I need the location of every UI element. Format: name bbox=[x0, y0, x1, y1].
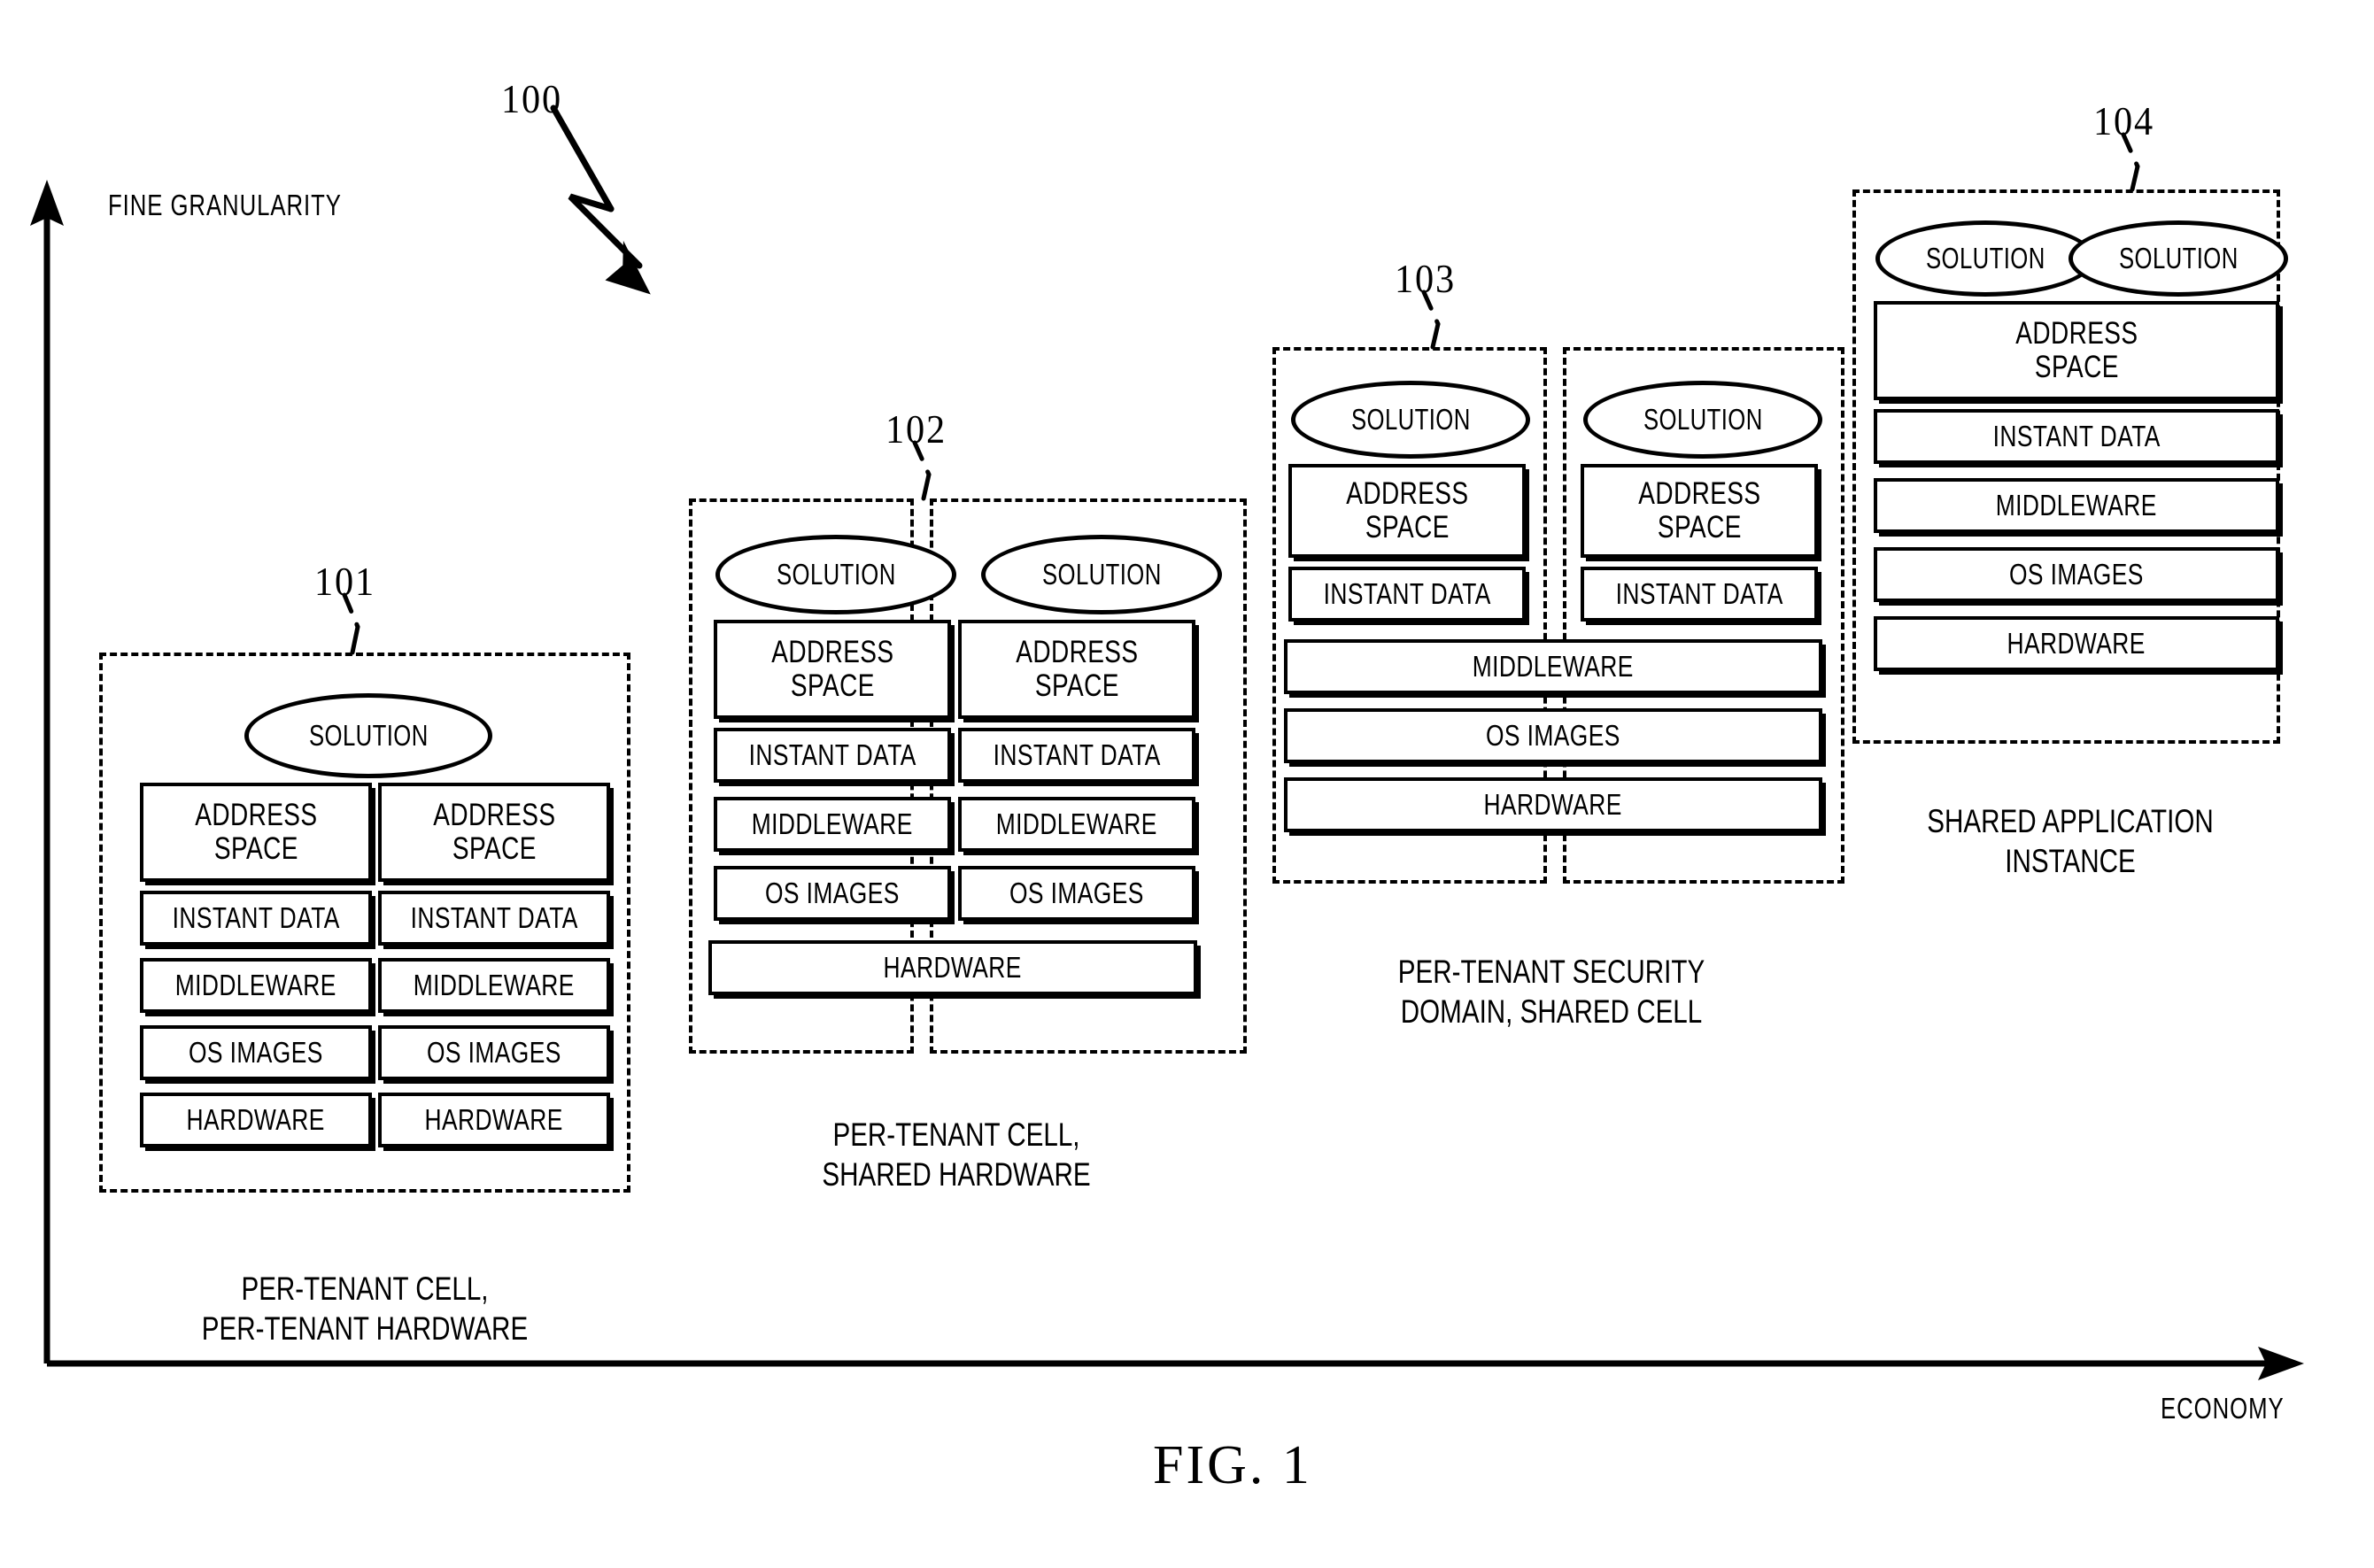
group-101-tenant-a-address-space: ADDRESS SPACE bbox=[140, 783, 372, 882]
group-103-tenant-b-address-space: ADDRESS SPACE bbox=[1581, 464, 1818, 558]
group-101-tenant-a-middleware: MIDDLEWARE bbox=[140, 958, 372, 1013]
group-103-shared-middleware: MIDDLEWARE bbox=[1284, 639, 1822, 694]
group-102-tenant-a-os-images: OS IMAGES bbox=[714, 866, 951, 921]
x-axis-label: ECONOMY bbox=[2161, 1392, 2285, 1425]
group-103-caption: PER-TENANT SECURITY DOMAIN, SHARED CELL bbox=[1397, 954, 1705, 1030]
group-104-caption: SHARED APPLICATION INSTANCE bbox=[1927, 803, 2214, 879]
ref-100-leader bbox=[550, 104, 643, 269]
group-101-caption: PER-TENANT CELL, PER-TENANT HARDWARE bbox=[201, 1271, 529, 1347]
group-101-tenant-b-address-space: ADDRESS SPACE bbox=[378, 783, 610, 882]
group-102-shared-hardware: HARDWARE bbox=[708, 940, 1197, 995]
group-103-shared-os-images: OS IMAGES bbox=[1284, 708, 1822, 763]
group-102-tenant-b-instant-data: INSTANT DATA bbox=[958, 728, 1195, 783]
group-102-tenant-a-middleware: MIDDLEWARE bbox=[714, 797, 951, 852]
figure-title: FIG. 1 bbox=[1153, 1435, 1312, 1495]
group-103-tenant-b-instant-data: INSTANT DATA bbox=[1581, 567, 1818, 622]
group-102-solution-ellipse-a: SOLUTION bbox=[715, 535, 956, 614]
group-102-solution-ellipse-b: SOLUTION bbox=[981, 535, 1222, 614]
y-axis-label: FINE GRANULARITY bbox=[108, 189, 342, 221]
group-104-shared-instant-data: INSTANT DATA bbox=[1874, 409, 2279, 464]
solution-label: SOLUTION bbox=[308, 719, 429, 752]
group-101-tenant-a-os-images: OS IMAGES bbox=[140, 1025, 372, 1080]
group-104-shared-address-space: ADDRESS SPACE bbox=[1874, 301, 2279, 400]
group-101-tenant-b-middleware: MIDDLEWARE bbox=[378, 958, 610, 1013]
group-101-tenant-a-instant-data: INSTANT DATA bbox=[140, 891, 372, 946]
ref-numeral-103: 103 bbox=[1395, 256, 1456, 301]
group-102-tenant-b-middleware: MIDDLEWARE bbox=[958, 797, 1195, 852]
group-104-solution-ellipse-b: SOLUTION bbox=[2069, 220, 2288, 297]
group-102-tenant-b-os-images: OS IMAGES bbox=[958, 866, 1195, 921]
group-101-solution-ellipse: SOLUTION bbox=[244, 693, 492, 778]
ref-numeral-102: 102 bbox=[885, 406, 947, 452]
group-103-tenant-a-address-space: ADDRESS SPACE bbox=[1288, 464, 1526, 558]
group-101-tenant-b-os-images: OS IMAGES bbox=[378, 1025, 610, 1080]
group-103-tenant-a-instant-data: INSTANT DATA bbox=[1288, 567, 1526, 622]
group-101-tenant-b-hardware: HARDWARE bbox=[378, 1093, 610, 1147]
group-102-tenant-b-address-space: ADDRESS SPACE bbox=[958, 620, 1195, 719]
patent-figure-canvas: FINE GRANULARITY ECONOMY 100 101 102 103… bbox=[0, 0, 2374, 1568]
ref-numeral-104: 104 bbox=[2093, 98, 2154, 143]
group-101-tenant-a-hardware: HARDWARE bbox=[140, 1093, 372, 1147]
group-104-solution-ellipse-a: SOLUTION bbox=[1875, 220, 2095, 297]
ref-numeral-101: 101 bbox=[314, 559, 375, 604]
group-102-tenant-a-address-space: ADDRESS SPACE bbox=[714, 620, 951, 719]
group-102-caption: PER-TENANT CELL, SHARED HARDWARE bbox=[822, 1116, 1091, 1193]
group-103-solution-ellipse-b: SOLUTION bbox=[1583, 381, 1822, 459]
group-104-shared-hardware: HARDWARE bbox=[1874, 616, 2279, 671]
group-104-shared-middleware: MIDDLEWARE bbox=[1874, 478, 2279, 533]
group-102-tenant-a-instant-data: INSTANT DATA bbox=[714, 728, 951, 783]
group-104-shared-os-images: OS IMAGES bbox=[1874, 547, 2279, 602]
ref-numeral-100: 100 bbox=[501, 76, 562, 121]
group-103-shared-hardware: HARDWARE bbox=[1284, 777, 1822, 832]
group-103-solution-ellipse-a: SOLUTION bbox=[1291, 381, 1530, 459]
group-101-tenant-b-instant-data: INSTANT DATA bbox=[378, 891, 610, 946]
